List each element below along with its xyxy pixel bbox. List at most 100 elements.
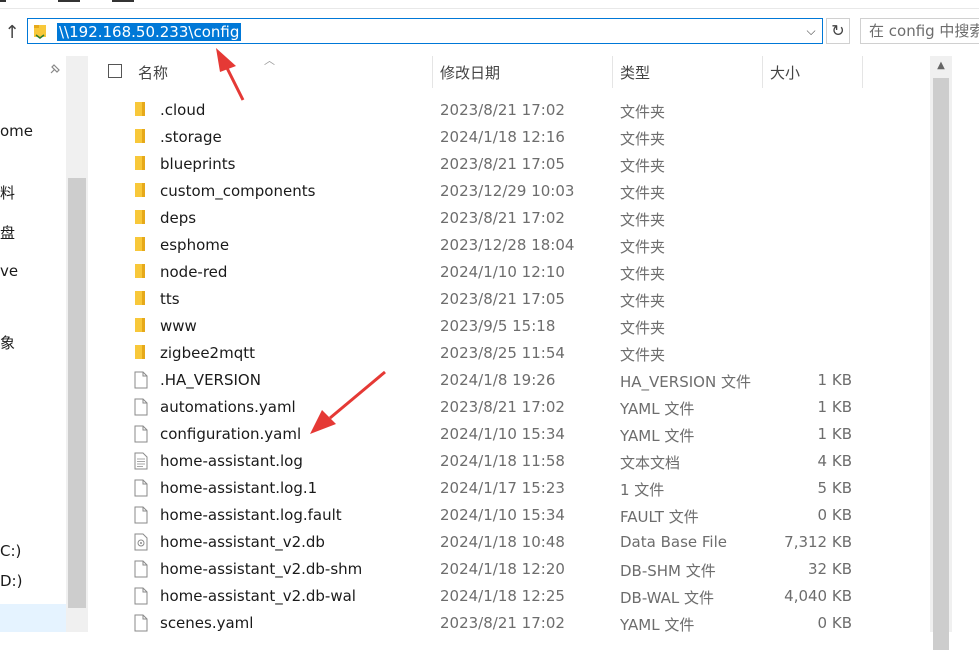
file-icon (134, 560, 150, 578)
address-path[interactable]: \\192.168.50.233\config (57, 23, 242, 41)
folder-icon (134, 263, 150, 281)
folder-icon (134, 290, 150, 308)
select-all-checkbox[interactable] (108, 64, 122, 78)
nav-item-drive[interactable]: 盘 (0, 222, 15, 243)
nav-item-home[interactable]: ome (0, 122, 33, 140)
file-icon (134, 371, 150, 389)
file-row[interactable]: esphome 2023/12/28 18:04 文件夹 (88, 232, 930, 259)
file-row[interactable]: home-assistant_v2.db-shm 2024/1/18 12:20 D… (88, 556, 930, 583)
scroll-up-icon[interactable]: ▲ (930, 56, 952, 76)
file-date: 2023/12/29 10:03 (440, 182, 575, 200)
file-row[interactable]: home-assistant.log.fault 2024/1/10 15:34 F… (88, 502, 930, 529)
file-type: 1 文件 (620, 481, 665, 499)
folder-icon (134, 155, 150, 173)
column-type[interactable]: 类型 (620, 62, 650, 83)
up-arrow-icon[interactable]: ↑ (2, 21, 22, 45)
folder-icon (134, 317, 150, 335)
file-list-scrollbar[interactable]: ▲ (930, 56, 952, 650)
file-icon (134, 614, 150, 632)
file-row[interactable]: automations.yaml 2023/8/21 17:02 YAML 文件 1 … (88, 394, 930, 421)
column-size[interactable]: 大小 (770, 62, 800, 83)
file-date: 2023/8/21 17:02 (440, 398, 565, 416)
file-type: FAULT 文件 (620, 508, 699, 526)
scrollbar-thumb[interactable] (933, 78, 949, 650)
file-name: home-assistant_v2.db-shm (160, 560, 363, 578)
file-name: tts (160, 290, 180, 308)
window-edge (952, 56, 979, 632)
file-row[interactable]: .HA_VERSION 2024/1/8 19:26 HA_VERSION 文件 1 … (88, 367, 930, 394)
file-size: 7,312 KB (784, 533, 852, 551)
file-row[interactable]: home-assistant.log 2024/1/18 11:58 文本文档 4 K… (88, 448, 930, 475)
file-date: 2023/8/21 17:02 (440, 614, 565, 632)
pin-shape (50, 64, 60, 74)
search-input[interactable]: 在 config 中搜索 (860, 18, 979, 44)
address-bar[interactable]: \\192.168.50.233\config ⌵ (27, 18, 823, 44)
file-row[interactable]: home-assistant.log.1 2024/1/17 15:23 1 文件 5… (88, 475, 930, 502)
file-type: HA_VERSION 文件 (620, 373, 751, 391)
file-name: .cloud (160, 101, 206, 119)
nav-item-objects[interactable]: 象 (0, 332, 15, 353)
file-date: 2024/1/10 15:34 (440, 506, 565, 524)
file-size: 0 KB (817, 506, 852, 524)
file-name: home-assistant_v2.db-wal (160, 587, 356, 605)
file-date: 2024/1/10 15:34 (440, 425, 565, 443)
file-row[interactable]: blueprints 2023/8/21 17:05 文件夹 (88, 151, 930, 178)
nav-item-onedrive[interactable]: ve (0, 262, 18, 280)
file-row[interactable]: .storage 2024/1/18 12:16 文件夹 (88, 124, 930, 151)
file-size: 0 KB (817, 614, 852, 632)
column-name[interactable]: 名称 (138, 62, 168, 83)
column-divider[interactable] (762, 56, 763, 88)
ribbon-fragment (112, 0, 134, 2)
column-divider[interactable] (612, 56, 613, 88)
file-row[interactable]: zigbee2mqtt 2023/8/25 11:54 文件夹 (88, 340, 930, 367)
file-size: 4 KB (817, 452, 852, 470)
file-row[interactable]: www 2023/9/5 15:18 文件夹 (88, 313, 930, 340)
file-icon (134, 587, 150, 605)
file-date: 2023/8/21 17:05 (440, 155, 565, 173)
pin-icon[interactable] (48, 62, 64, 78)
nav-scrollbar-thumb[interactable] (68, 178, 86, 608)
file-row[interactable]: node-red 2024/1/10 12:10 文件夹 (88, 259, 930, 286)
file-date: 2024/1/18 10:48 (440, 533, 565, 551)
file-name: home-assistant.log.fault (160, 506, 342, 524)
file-name: node-red (160, 263, 228, 281)
nav-item-selected[interactable] (0, 604, 66, 632)
folder-icon (134, 128, 150, 146)
column-date[interactable]: 修改日期 (440, 62, 500, 83)
file-type: 文件夹 (620, 130, 666, 148)
file-size: 1 KB (817, 398, 852, 416)
db-file-icon (134, 533, 150, 551)
nav-item-documents[interactable]: 料 (0, 182, 15, 203)
chevron-down-icon[interactable]: ⌵ (802, 22, 820, 40)
file-row[interactable]: tts 2023/8/21 17:05 文件夹 (88, 286, 930, 313)
column-divider[interactable] (432, 56, 433, 88)
file-row[interactable]: home-assistant_v2.db 2024/1/18 10:48 Data … (88, 529, 930, 556)
file-row[interactable]: .cloud 2023/8/21 17:02 文件夹 (88, 97, 930, 124)
file-date: 2023/12/28 18:04 (440, 236, 575, 254)
file-name: .storage (160, 128, 222, 146)
file-name: home-assistant_v2.db (160, 533, 325, 551)
file-icon (134, 479, 150, 497)
file-row[interactable]: deps 2023/8/21 17:02 文件夹 (88, 205, 930, 232)
nav-scrollbar[interactable] (66, 56, 88, 632)
nav-item-drive-d[interactable]: D:) (0, 572, 22, 590)
folder-icon (134, 101, 150, 119)
refresh-button[interactable]: ↻ (826, 18, 850, 44)
file-type: Data Base File (620, 533, 727, 551)
file-name: home-assistant.log.1 (160, 479, 318, 497)
file-type: 文件夹 (620, 157, 666, 175)
file-date: 2024/1/18 12:16 (440, 128, 565, 146)
file-type: 文件夹 (620, 238, 666, 256)
file-type: DB-WAL 文件 (620, 589, 715, 607)
file-row[interactable]: custom_components 2023/12/29 10:03 文件夹 (88, 178, 930, 205)
column-divider[interactable] (862, 56, 863, 88)
file-type: 文本文档 (620, 454, 681, 472)
file-type: 文件夹 (620, 103, 666, 121)
file-icon (134, 425, 150, 443)
file-row[interactable]: scenes.yaml 2023/8/21 17:02 YAML 文件 0 KB (88, 610, 930, 637)
file-row[interactable]: configuration.yaml 2024/1/10 15:34 YAML 文件… (88, 421, 930, 448)
file-row[interactable]: home-assistant_v2.db-wal 2024/1/18 12:25 D… (88, 583, 930, 610)
file-name: automations.yaml (160, 398, 296, 416)
nav-item-drive-c[interactable]: C:) (0, 542, 21, 560)
file-type: 文件夹 (620, 265, 666, 283)
